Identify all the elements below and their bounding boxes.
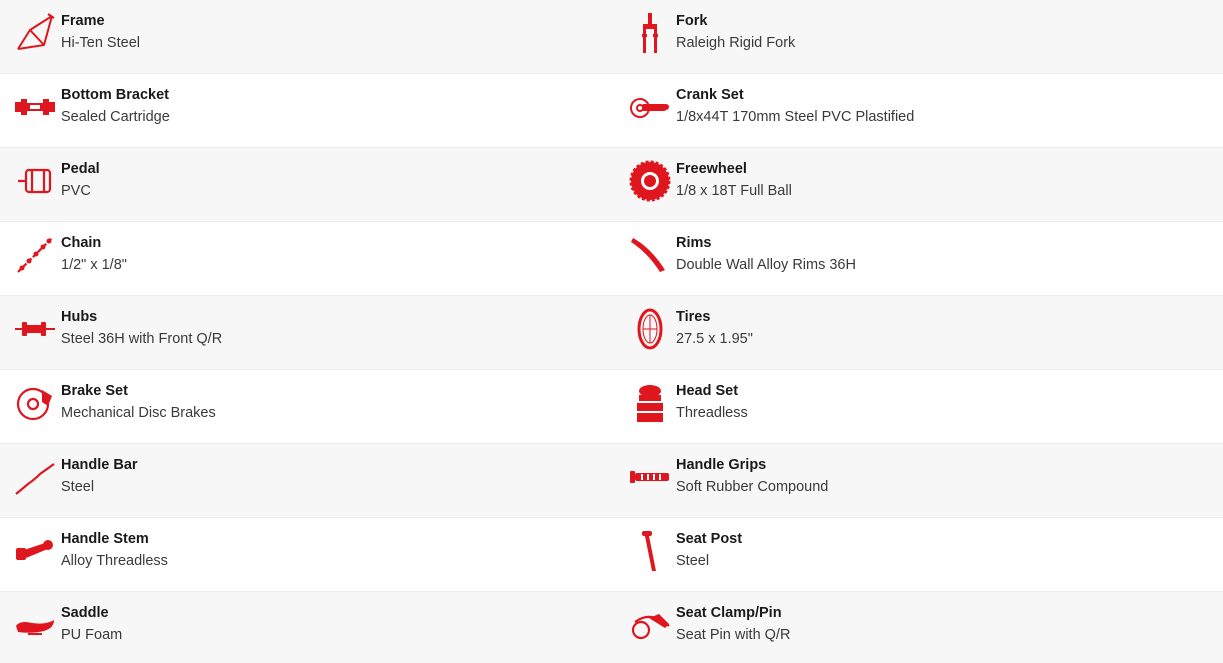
spec-item: Seat Post Steel xyxy=(615,518,1223,591)
spec-item: Brake Set Mechanical Disc Brakes xyxy=(0,370,615,443)
spec-value: Alloy Threadless xyxy=(61,553,168,569)
spec-label: Seat Clamp/Pin xyxy=(676,605,782,621)
spec-item: Saddle PU Foam xyxy=(0,592,615,663)
spec-value: 1/8 x 18T Full Ball xyxy=(676,183,792,199)
spec-row: Brake Set Mechanical Disc Brakes Head Se… xyxy=(0,370,1223,444)
seat-post-icon xyxy=(627,528,673,574)
spec-row: Saddle PU Foam Seat Clamp/Pin Seat Pin w… xyxy=(0,592,1223,663)
spec-row: Handle Stem Alloy Threadless Seat Post S… xyxy=(0,518,1223,592)
hubs-icon xyxy=(12,306,58,352)
tires-icon xyxy=(627,306,673,352)
spec-label: Fork xyxy=(676,13,708,29)
spec-label: Frame xyxy=(61,13,105,29)
spec-list: Frame Hi-Ten Steel Fork Raleigh Rigid Fo… xyxy=(0,0,1223,663)
spec-value: Raleigh Rigid Fork xyxy=(676,35,796,51)
freewheel-icon xyxy=(627,158,673,204)
spec-value: 1/8x44T 170mm Steel PVC Plastified xyxy=(676,109,915,125)
spec-value: 1/2" x 1/8" xyxy=(61,257,127,273)
spec-label: Pedal xyxy=(61,161,100,177)
spec-row: Frame Hi-Ten Steel Fork Raleigh Rigid Fo… xyxy=(0,0,1223,74)
saddle-icon xyxy=(12,602,58,648)
spec-item: Crank Set 1/8x44T 170mm Steel PVC Plasti… xyxy=(615,74,1223,147)
spec-value: Steel 36H with Front Q/R xyxy=(61,331,223,347)
handle-bar-icon xyxy=(12,454,58,500)
spec-label: Seat Post xyxy=(676,531,743,547)
crank-set-icon xyxy=(627,84,673,130)
spec-value: Steel xyxy=(676,553,710,569)
spec-label: Hubs xyxy=(61,309,98,325)
spec-item: Frame Hi-Ten Steel xyxy=(0,0,615,73)
brake-set-icon xyxy=(12,380,58,426)
frame-icon xyxy=(12,10,58,56)
spec-label: Freewheel xyxy=(676,161,747,177)
spec-item: Handle Grips Soft Rubber Compound xyxy=(615,444,1223,517)
handle-stem-icon xyxy=(12,528,58,574)
spec-item: Handle Bar Steel xyxy=(0,444,615,517)
spec-item: Tires 27.5 x 1.95" xyxy=(615,296,1223,369)
spec-value: Hi-Ten Steel xyxy=(61,35,140,51)
spec-item: Fork Raleigh Rigid Fork xyxy=(615,0,1223,73)
spec-value: PU Foam xyxy=(61,627,123,643)
chain-icon xyxy=(12,232,58,278)
spec-value: Seat Pin with Q/R xyxy=(676,627,791,643)
spec-row: Pedal PVC Freewheel 1/8 x 18T Full Ball xyxy=(0,148,1223,222)
spec-value: Soft Rubber Compound xyxy=(676,479,829,495)
fork-icon xyxy=(627,10,673,56)
spec-label: Brake Set xyxy=(61,383,128,399)
spec-item: Freewheel 1/8 x 18T Full Ball xyxy=(615,148,1223,221)
spec-value: Mechanical Disc Brakes xyxy=(61,405,216,421)
spec-item: Pedal PVC xyxy=(0,148,615,221)
spec-item: Chain 1/2" x 1/8" xyxy=(0,222,615,295)
spec-item: Head Set Threadless xyxy=(615,370,1223,443)
spec-row: Handle Bar Steel Handle Grips Soft Rubbe… xyxy=(0,444,1223,518)
spec-item: Seat Clamp/Pin Seat Pin with Q/R xyxy=(615,592,1223,663)
spec-value: Threadless xyxy=(676,405,748,421)
spec-row: Bottom Bracket Sealed Cartridge Crank Se… xyxy=(0,74,1223,148)
spec-value: PVC xyxy=(61,183,91,199)
spec-item: Rims Double Wall Alloy Rims 36H xyxy=(615,222,1223,295)
spec-row: Hubs Steel 36H with Front Q/R Tires 27.5… xyxy=(0,296,1223,370)
spec-row: Chain 1/2" x 1/8" Rims Double Wall Alloy… xyxy=(0,222,1223,296)
spec-label: Head Set xyxy=(676,383,739,399)
spec-value: Steel xyxy=(61,479,95,495)
spec-label: Handle Stem xyxy=(61,531,149,547)
spec-label: Crank Set xyxy=(676,87,744,103)
spec-label: Rims xyxy=(676,235,712,251)
spec-item: Handle Stem Alloy Threadless xyxy=(0,518,615,591)
spec-item: Hubs Steel 36H with Front Q/R xyxy=(0,296,615,369)
pedal-icon xyxy=(12,158,58,204)
rims-icon xyxy=(627,232,673,278)
seat-clamp-icon xyxy=(627,602,673,648)
spec-label: Bottom Bracket xyxy=(61,87,169,103)
spec-item: Bottom Bracket Sealed Cartridge xyxy=(0,74,615,147)
bottom-bracket-icon xyxy=(12,84,58,130)
spec-label: Handle Grips xyxy=(676,457,767,473)
spec-label: Chain xyxy=(61,235,102,251)
spec-label: Tires xyxy=(676,309,711,325)
spec-label: Handle Bar xyxy=(61,457,138,473)
spec-value: 27.5 x 1.95" xyxy=(676,331,753,347)
spec-label: Saddle xyxy=(61,605,109,621)
handle-grips-icon xyxy=(627,454,673,500)
head-set-icon xyxy=(627,380,673,426)
spec-value: Sealed Cartridge xyxy=(61,109,170,125)
spec-value: Double Wall Alloy Rims 36H xyxy=(676,257,856,273)
